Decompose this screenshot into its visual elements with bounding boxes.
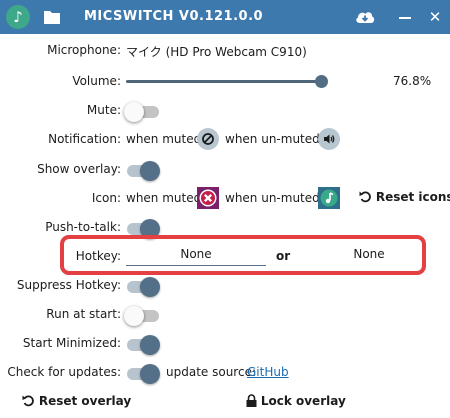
microphone-label: Microphone: xyxy=(47,43,121,57)
show-overlay-label: Show overlay: xyxy=(37,162,121,176)
icon-when-unmuted-text: when un-muted xyxy=(225,191,320,205)
mute-toggle[interactable] xyxy=(124,102,159,122)
cloud-download-icon[interactable] xyxy=(355,9,375,25)
lock-icon xyxy=(246,394,257,407)
run-at-start-toggle[interactable] xyxy=(124,306,159,326)
hotkey-or-text: or xyxy=(276,249,291,263)
reset-icon xyxy=(22,395,34,407)
red-x-icon[interactable] xyxy=(197,187,219,209)
suppress-hotkey-toggle[interactable] xyxy=(127,277,160,297)
window-title: MICSWITCH V0.121.0.0 xyxy=(84,9,264,24)
start-minimized-toggle[interactable] xyxy=(127,335,160,355)
notification-when-muted-text: when muted xyxy=(126,132,202,146)
folder-icon[interactable] xyxy=(44,10,60,24)
mute-label: Mute: xyxy=(86,103,121,117)
push-to-talk-toggle[interactable] xyxy=(127,219,160,239)
show-overlay-toggle[interactable] xyxy=(127,161,160,181)
start-minimized-label: Start Minimized: xyxy=(22,336,121,350)
hotkey-input-primary[interactable]: None xyxy=(126,247,266,266)
title-bar: ♪ MICSWITCH V0.121.0.0 ✕ xyxy=(0,0,450,34)
minimize-button[interactable] xyxy=(392,0,418,34)
microphone-select[interactable]: マイク (HD Pro Webcam C910) xyxy=(126,43,307,60)
lock-overlay-button[interactable]: Lock overlay xyxy=(246,394,346,408)
suppress-hotkey-label: Suppress Hotkey: xyxy=(16,278,121,292)
hotkey-input-secondary[interactable]: None xyxy=(299,247,439,265)
volume-slider[interactable] xyxy=(126,80,322,83)
icon-label: Icon: xyxy=(91,191,121,205)
volume-slider-thumb[interactable] xyxy=(315,75,328,88)
volume-value: 76.8% xyxy=(393,74,432,88)
green-note-icon[interactable] xyxy=(318,187,340,209)
icon-when-muted-text: when muted xyxy=(126,191,202,205)
reset-icons-label: Reset icons xyxy=(375,190,450,204)
reset-icons-button[interactable]: Reset icons xyxy=(359,190,450,204)
volume-label: Volume: xyxy=(72,74,121,88)
check-updates-label: Check for updates: xyxy=(7,365,121,379)
speaker-icon[interactable] xyxy=(318,128,340,150)
reset-overlay-button[interactable]: Reset overlay xyxy=(22,394,131,408)
notification-when-unmuted-text: when un-muted xyxy=(225,132,320,146)
muted-circle-icon[interactable] xyxy=(197,128,219,150)
reset-icon xyxy=(359,191,371,203)
update-source-label: update source: xyxy=(166,365,256,379)
music-note-icon: ♪ xyxy=(6,5,30,29)
check-updates-toggle[interactable] xyxy=(127,364,160,384)
github-link[interactable]: GitHub xyxy=(247,365,289,379)
hotkey-label: Hotkey: xyxy=(75,249,121,263)
notification-label: Notification: xyxy=(48,132,121,146)
run-at-start-label: Run at start: xyxy=(46,307,121,321)
lock-overlay-label: Lock overlay xyxy=(260,394,346,408)
reset-overlay-label: Reset overlay xyxy=(38,394,132,408)
close-button[interactable]: ✕ xyxy=(422,0,448,34)
push-to-talk-label: Push-to-talk: xyxy=(45,220,121,234)
